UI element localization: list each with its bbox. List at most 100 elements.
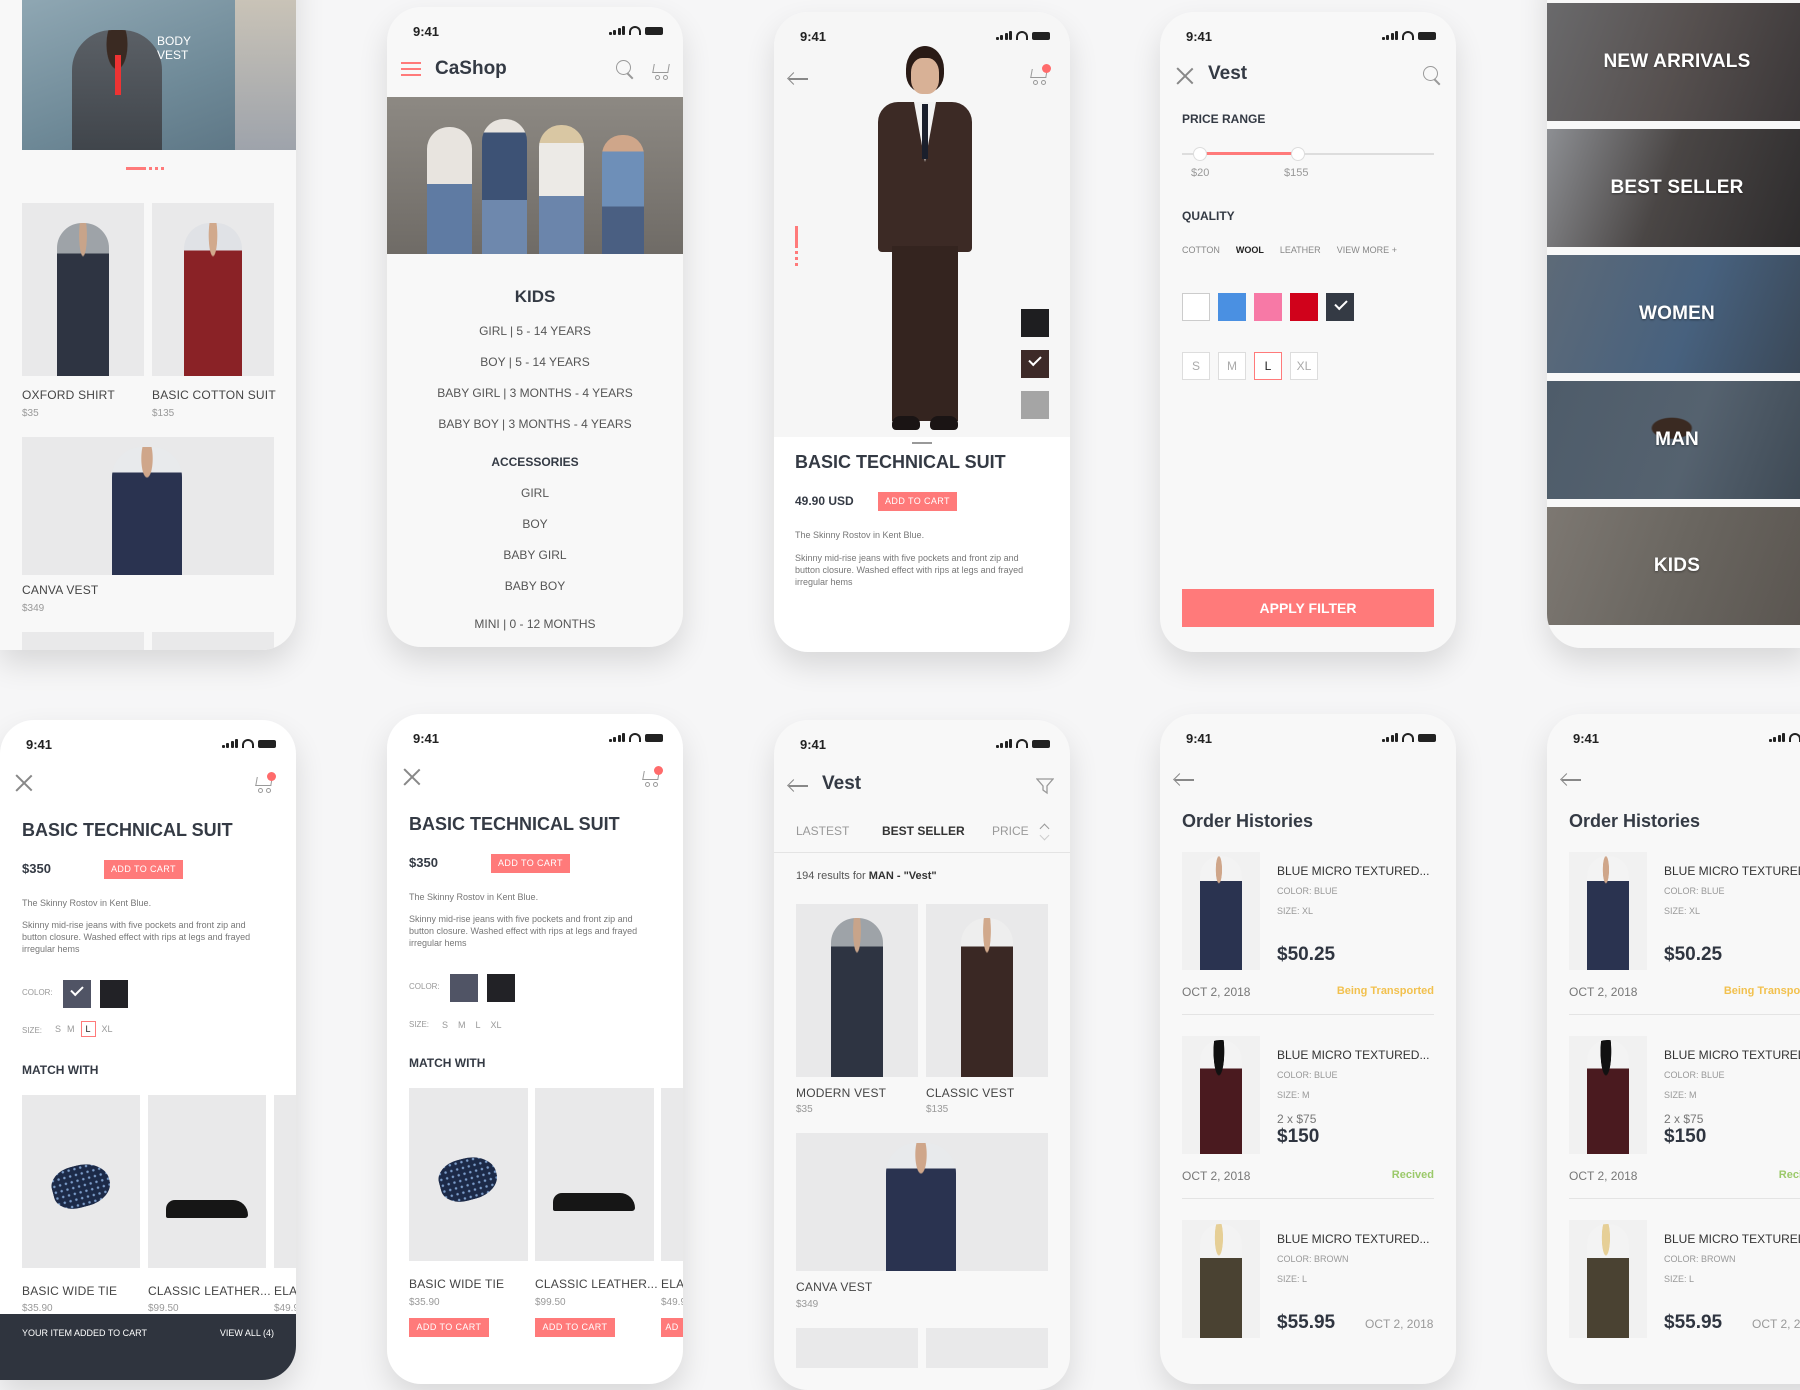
product-image[interactable]	[152, 632, 274, 650]
add-to-cart-button[interactable]: ADD TO CART	[104, 860, 183, 879]
size-option[interactable]: M	[1218, 352, 1246, 380]
color-swatch-selected[interactable]	[1326, 293, 1354, 321]
category-new-arrivals[interactable]: NEW ARRIVALS	[1547, 3, 1800, 121]
view-all-link[interactable]: VIEW ALL (4)	[220, 1328, 274, 1338]
product-name[interactable]: CANVA VEST	[22, 583, 98, 597]
product-image[interactable]	[796, 1133, 1048, 1271]
size-option[interactable]: L	[476, 1020, 481, 1030]
carousel-dot[interactable]	[149, 167, 152, 170]
product-image[interactable]	[796, 1328, 918, 1368]
match-item-image[interactable]	[661, 1088, 683, 1261]
tab-lastest[interactable]: LASTEST	[796, 824, 849, 838]
match-item-image[interactable]	[22, 1095, 140, 1268]
match-item-image[interactable]	[535, 1088, 654, 1261]
back-arrow-icon[interactable]	[788, 73, 808, 85]
quality-option-selected[interactable]: WOOL	[1236, 245, 1264, 255]
color-swatch[interactable]	[1290, 293, 1318, 321]
size-option[interactable]: XL	[1290, 352, 1318, 380]
back-arrow-icon[interactable]	[1174, 774, 1194, 786]
carousel-dot[interactable]	[161, 167, 164, 170]
category-man[interactable]: MAN	[1547, 381, 1800, 499]
back-arrow-icon[interactable]	[1561, 774, 1581, 786]
color-swatch[interactable]	[1182, 293, 1210, 321]
product-name[interactable]: MODERN VEST	[796, 1086, 886, 1100]
product-name[interactable]: CANVA VEST	[796, 1280, 872, 1294]
quality-option[interactable]: LEATHER	[1280, 245, 1321, 255]
product-name[interactable]: CLASSIC VEST	[926, 1086, 1014, 1100]
hero-banner-next[interactable]	[235, 0, 296, 150]
order-item[interactable]: BLUE MICRO TEXTURED...COLOR: BROWNSIZE: …	[1547, 1220, 1800, 1384]
menu-item[interactable]: BABY GIRL | 3 MONTHS - 4 YEARS	[387, 386, 683, 400]
color-swatch[interactable]	[487, 974, 515, 1002]
slider-min-handle[interactable]	[1193, 147, 1207, 161]
back-arrow-icon[interactable]	[788, 780, 808, 792]
order-item[interactable]: BLUE MICRO TEXTURED...COLOR: BROWNSIZE: …	[1160, 1220, 1456, 1384]
close-icon[interactable]	[403, 768, 421, 786]
add-to-cart-button[interactable]: ADD TO CART	[535, 1318, 615, 1337]
hero-banner[interactable]: BODY VEST	[22, 0, 250, 150]
product-image[interactable]	[22, 437, 274, 575]
size-option-selected[interactable]: L	[1254, 352, 1282, 380]
color-swatch[interactable]	[1021, 309, 1049, 337]
menu-item[interactable]: MINI | 0 - 12 MONTHS	[387, 617, 683, 631]
close-icon[interactable]	[1176, 67, 1194, 85]
add-to-cart-button[interactable]: AD	[661, 1318, 683, 1337]
category-women[interactable]: WOMEN	[1547, 255, 1800, 373]
match-item-image[interactable]	[274, 1095, 296, 1268]
search-icon[interactable]	[1423, 66, 1443, 86]
color-swatch[interactable]	[1021, 391, 1049, 419]
carousel-dot[interactable]	[155, 167, 158, 170]
cart-icon[interactable]	[253, 773, 275, 793]
product-name[interactable]: OXFORD SHIRT	[22, 388, 115, 402]
sort-toggle-icon[interactable]	[1039, 821, 1051, 841]
product-name[interactable]: BASIC COTTON SUIT	[152, 388, 276, 402]
color-swatch-selected[interactable]	[1021, 350, 1049, 378]
size-option[interactable]: S	[55, 1024, 61, 1034]
menu-item[interactable]: BABY BOY | 3 MONTHS - 4 YEARS	[387, 417, 683, 431]
size-option[interactable]: M	[67, 1024, 75, 1034]
size-option[interactable]: S	[442, 1020, 448, 1030]
color-swatch[interactable]	[1254, 293, 1282, 321]
order-item[interactable]: BLUE MICRO TEXTURED...COLOR: BLUESIZE: X…	[1160, 852, 1456, 1022]
match-item-name[interactable]: ELA	[661, 1277, 683, 1291]
color-swatch-selected[interactable]	[63, 980, 91, 1008]
search-icon[interactable]	[616, 60, 636, 80]
category-best-seller[interactable]: BEST SELLER	[1547, 129, 1800, 247]
match-item-image[interactable]	[148, 1095, 266, 1268]
size-option[interactable]: S	[1182, 352, 1210, 380]
color-swatch[interactable]	[1218, 293, 1246, 321]
price-slider[interactable]	[1182, 147, 1434, 161]
menu-item[interactable]: BOY | 5 - 14 YEARS	[387, 355, 683, 369]
menu-item[interactable]: GIRL	[387, 486, 683, 500]
color-swatch[interactable]	[450, 974, 478, 1002]
match-item-name[interactable]: BASIC WIDE TIE	[22, 1284, 117, 1298]
hamburger-icon[interactable]	[401, 62, 421, 76]
carousel-dot-active[interactable]	[126, 167, 146, 170]
product-image[interactable]	[926, 904, 1048, 1077]
cart-icon[interactable]	[650, 60, 672, 80]
size-option[interactable]: M	[458, 1020, 466, 1030]
product-image[interactable]	[22, 203, 144, 376]
tab-price[interactable]: PRICE	[992, 824, 1029, 838]
menu-item[interactable]: BOY	[387, 517, 683, 531]
match-item-name[interactable]: BASIC WIDE TIE	[409, 1277, 504, 1291]
add-to-cart-button[interactable]: ADD TO CART	[878, 492, 957, 511]
quality-option[interactable]: COTTON	[1182, 245, 1220, 255]
cart-icon[interactable]	[1028, 65, 1050, 85]
filter-icon[interactable]	[1036, 777, 1054, 795]
add-to-cart-button[interactable]: ADD TO CART	[409, 1318, 489, 1337]
match-item-name[interactable]: CLASSIC LEATHER...	[535, 1277, 658, 1291]
menu-item[interactable]: BABY GIRL	[387, 548, 683, 562]
product-image[interactable]	[796, 904, 918, 1077]
close-icon[interactable]	[15, 774, 33, 792]
image-pager[interactable]	[795, 226, 798, 266]
product-image[interactable]	[926, 1328, 1048, 1368]
quality-option[interactable]: VIEW MORE +	[1337, 245, 1397, 255]
drag-handle[interactable]	[912, 442, 932, 444]
match-item-image[interactable]	[409, 1088, 528, 1261]
slider-max-handle[interactable]	[1291, 147, 1305, 161]
match-item-name[interactable]: CLASSIC LEATHER...	[148, 1284, 271, 1298]
order-item[interactable]: BLUE MICRO TEXTURED...COLOR: BLUESIZE: X…	[1547, 852, 1800, 1022]
size-option[interactable]: XL	[491, 1020, 502, 1030]
add-to-cart-button[interactable]: ADD TO CART	[491, 854, 570, 873]
